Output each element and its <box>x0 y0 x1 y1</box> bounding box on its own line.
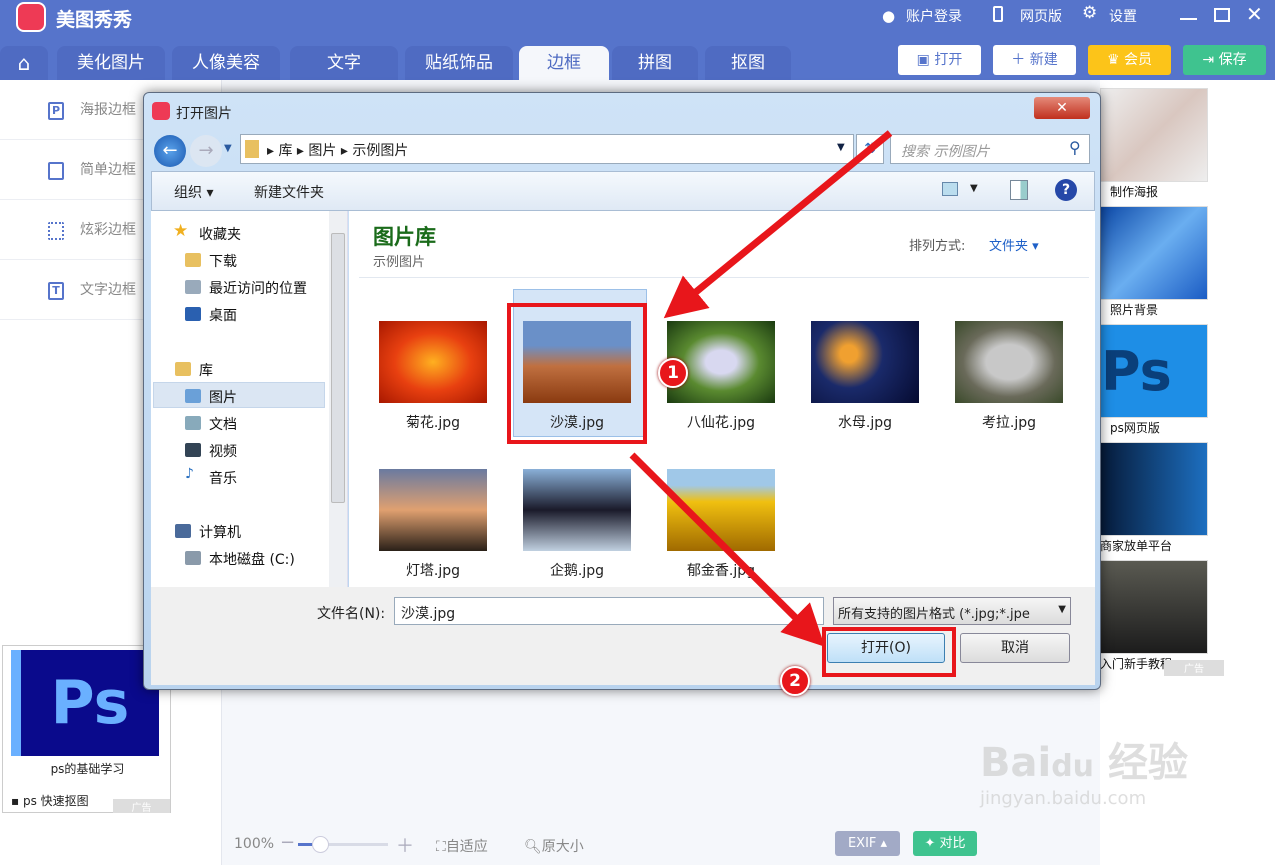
annotation-box-desert <box>507 303 647 444</box>
compare-button[interactable]: ✦ 对比 <box>913 831 977 856</box>
watermark: Baidu 经验 jingyan.baidu.com <box>980 740 1188 809</box>
zoom-slider-handle[interactable] <box>312 836 329 853</box>
zoom-in-button[interactable]: ＋ <box>396 832 414 858</box>
star-icon: ✦ <box>924 836 940 851</box>
original-size-button[interactable]: 🔍︎原大小 <box>524 836 584 856</box>
annotation-arrow-2 <box>629 452 825 647</box>
status-bar: 100% − ＋ ⛶自适应 🔍︎原大小 EXIF ▴ ✦ 对比 <box>222 828 1052 865</box>
exif-button[interactable]: EXIF ▴ <box>835 831 900 856</box>
zoom-slider-fill <box>298 843 312 846</box>
annotation-number-1: 1 <box>658 358 688 388</box>
zoom-out-button[interactable]: − <box>280 832 295 853</box>
annotation-arrow-1 <box>663 130 893 319</box>
zoom-level: 100% <box>234 836 275 852</box>
annotation-box-open <box>822 627 956 677</box>
zoom-slider[interactable] <box>298 836 388 853</box>
fit-button[interactable]: ⛶自适应 <box>436 836 488 856</box>
magnifier-icon: 🔍︎ <box>524 839 542 855</box>
annotation-number-2: 2 <box>780 666 810 696</box>
fit-icon: ⛶ <box>436 839 446 855</box>
